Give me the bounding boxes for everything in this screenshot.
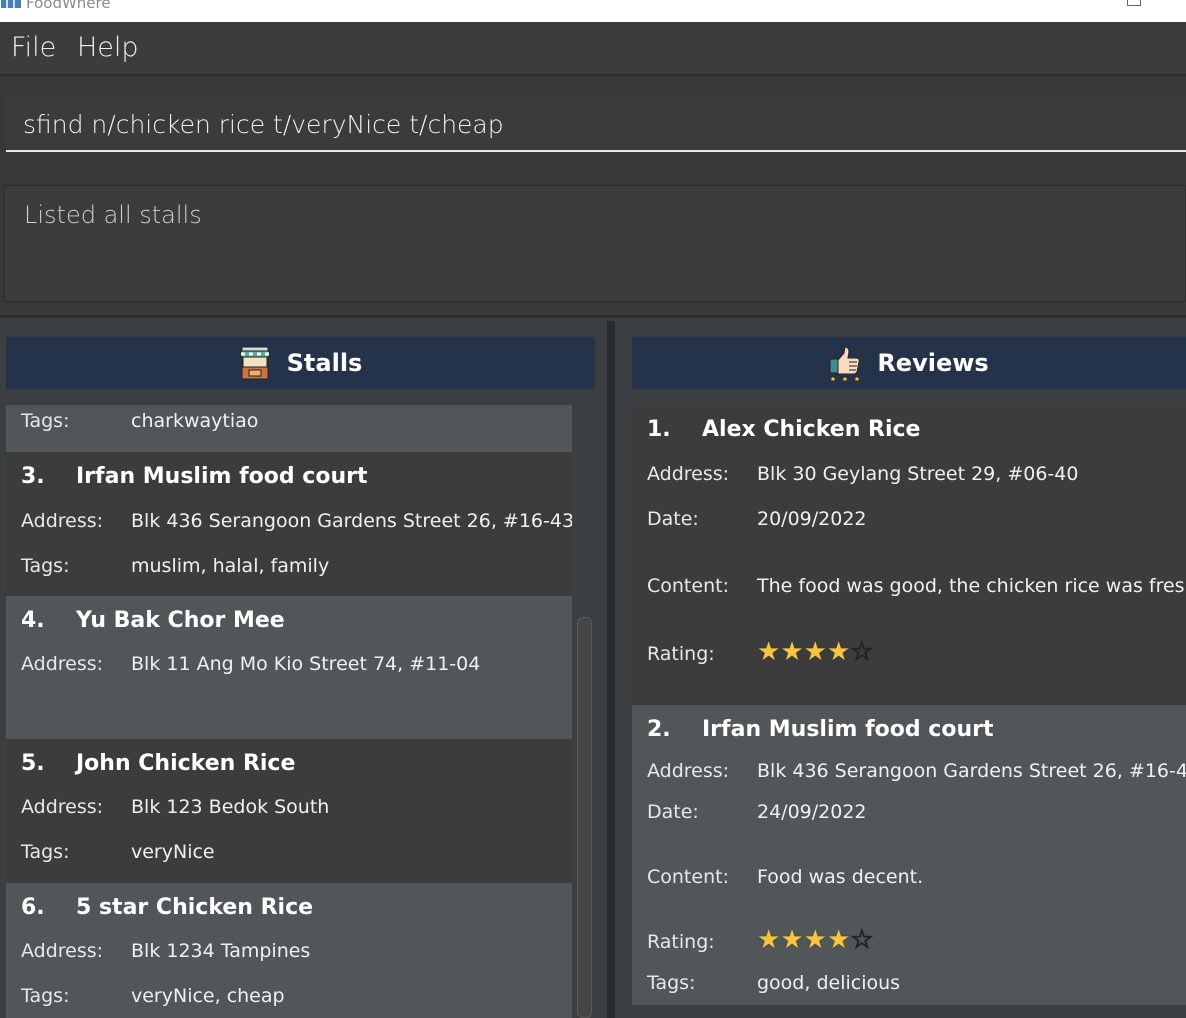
review-content: The food was good, the chicken rice was … (757, 575, 1186, 597)
stall-index: 5. (21, 751, 45, 776)
stall-name: Irfan Muslim food court (76, 464, 368, 489)
stall-list[interactable]: Tags: charkwaytiao 3. Irfan Muslim food … (6, 405, 572, 1018)
review-tags: good, delicious (757, 972, 901, 994)
stall-card[interactable]: 5. John Chicken Rice Address: Blk 123 Be… (6, 739, 572, 883)
stalls-title: Stalls (286, 349, 363, 377)
address-label: Address: (21, 653, 104, 675)
stall-address: Blk 436 Serangoon Gardens Street 26, #16… (131, 510, 572, 532)
review-card[interactable]: 1. Alex Chicken Rice Address: Blk 30 Gey… (632, 405, 1186, 705)
star-filled-icon: ★ (780, 637, 804, 667)
review-name: Alex Chicken Rice (702, 417, 921, 442)
star-filled-icon: ★ (757, 925, 781, 955)
tags-label: Tags: (21, 985, 70, 1007)
menu-file[interactable]: File (11, 32, 56, 63)
stall-address: Blk 1234 Tampines (131, 940, 311, 962)
review-date: 20/09/2022 (757, 508, 867, 530)
review-index: 1. (647, 417, 671, 442)
maximize-button[interactable] (1127, 0, 1141, 6)
tags-label: Tags: (647, 972, 696, 994)
stalls-header: Stalls (6, 337, 595, 389)
window-title: FoodWhere (26, 0, 111, 12)
review-content: Food was decent. (757, 866, 924, 888)
stall-index: 4. (21, 608, 45, 633)
command-box (6, 96, 1186, 152)
stall-tags: muslim, halal, family (131, 555, 330, 577)
command-input[interactable] (23, 104, 1173, 144)
date-label: Date: (647, 508, 699, 530)
stall-name: Yu Bak Chor Mee (76, 608, 285, 633)
thumbs-up-icon (829, 346, 861, 381)
content-label: Content: (647, 866, 729, 888)
content-label: Content: (647, 575, 729, 597)
star-filled-icon: ★ (803, 637, 827, 667)
stall-card[interactable]: Tags: charkwaytiao (6, 405, 572, 452)
stall-list-scrollbar[interactable] (577, 617, 592, 1018)
address-label: Address: (21, 940, 104, 962)
review-index: 2. (647, 717, 671, 742)
star-filled-icon: ★ (803, 925, 827, 955)
menu-bar: File Help (0, 22, 1186, 76)
stall-tags: charkwaytiao (131, 410, 259, 432)
stall-tags: veryNice, cheap (131, 985, 285, 1007)
stall-card[interactable]: 6. 5 star Chicken Rice Address: Blk 1234… (6, 883, 572, 1018)
review-address: Blk 436 Serangoon Gardens Street 26, #16… (757, 760, 1186, 782)
rating-label: Rating: (647, 931, 715, 953)
star-filled-icon: ★ (826, 925, 851, 955)
tags-label: Tags: (21, 410, 70, 432)
review-name: Irfan Muslim food court (702, 717, 994, 742)
address-label: Address: (647, 760, 730, 782)
review-address: Blk 30 Geylang Street 29, #06-40 (757, 463, 1079, 485)
result-display[interactable]: Listed all stalls (4, 185, 1186, 302)
tags-label: Tags: (21, 555, 70, 577)
result-text: Listed all stalls (24, 201, 202, 229)
reviews-header: Reviews (632, 337, 1186, 389)
stall-card[interactable]: 3. Irfan Muslim food court Address: Blk … (6, 452, 572, 596)
stall-address: Blk 123 Bedok South (131, 796, 330, 818)
star-filled-icon: ★ (826, 637, 851, 667)
stall-name: 5 star Chicken Rice (76, 895, 314, 920)
result-area: Listed all stalls (0, 168, 1186, 318)
star-empty-icon: ☆ (850, 637, 874, 667)
date-label: Date: (647, 801, 699, 823)
reviews-title: Reviews (877, 349, 989, 377)
stall-card[interactable]: 4. Yu Bak Chor Mee Address: Blk 11 Ang M… (6, 596, 572, 739)
review-rating-stars: ★ ★ ★ ★ ☆ (757, 637, 874, 667)
star-empty-icon: ☆ (850, 925, 874, 955)
address-label: Address: (21, 796, 104, 818)
review-card[interactable]: 2. Irfan Muslim food court Address: Blk … (632, 705, 1186, 1005)
split-pane-divider[interactable] (607, 321, 615, 1018)
stall-index: 6. (21, 895, 45, 920)
stall-name: John Chicken Rice (76, 751, 296, 776)
stall-address: Blk 11 Ang Mo Kio Street 74, #11-04 (131, 653, 481, 675)
address-label: Address: (21, 510, 104, 532)
star-filled-icon: ★ (757, 637, 781, 667)
address-label: Address: (647, 463, 730, 485)
title-bar: FoodWhere (0, 0, 1186, 22)
stall-tags: veryNice (131, 841, 215, 863)
review-list[interactable]: 1. Alex Chicken Rice Address: Blk 30 Gey… (632, 405, 1186, 1018)
tags-label: Tags: (21, 841, 70, 863)
rating-label: Rating: (647, 643, 715, 665)
review-date: 24/09/2022 (757, 801, 867, 823)
panels: Stalls Tags: charkwaytiao 3. Irfan Musli… (0, 321, 1186, 1018)
menu-help[interactable]: Help (77, 32, 139, 63)
app-map-icon (1, 0, 21, 8)
review-rating-stars: ★ ★ ★ ★ ☆ (757, 925, 874, 955)
stall-index: 3. (21, 464, 45, 489)
stall-icon (240, 346, 270, 380)
command-area (0, 76, 1186, 168)
star-filled-icon: ★ (780, 925, 804, 955)
